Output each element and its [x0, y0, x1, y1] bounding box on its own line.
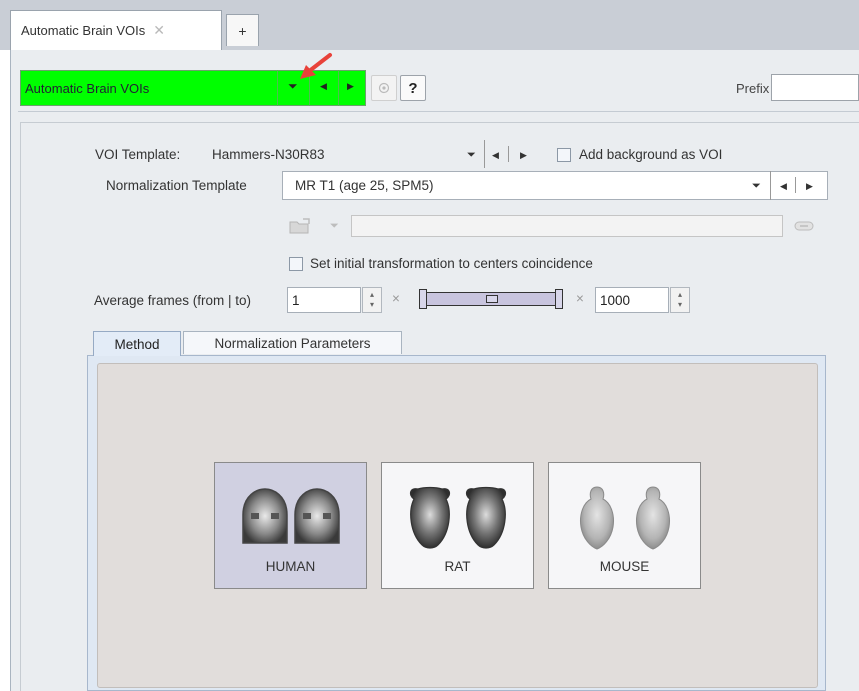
chevron-down-icon[interactable]: ⏷ — [330, 220, 339, 233]
toolbar-separator — [277, 70, 278, 106]
add-background-label: Add background as VOI — [579, 147, 723, 162]
frame-from-stepper[interactable]: ▴ ▾ — [362, 287, 382, 313]
species-button-human[interactable]: HUMAN — [214, 462, 367, 589]
frame-to-stepper[interactable]: ▴ ▾ — [670, 287, 690, 313]
toolbar-separator — [338, 70, 339, 106]
previous-icon[interactable]: ◀ — [320, 81, 327, 92]
annotation-arrow-icon — [300, 53, 332, 79]
target-icon — [378, 82, 390, 94]
previous-icon[interactable]: ◀ — [492, 150, 499, 161]
next-icon[interactable]: ▶ — [806, 181, 813, 192]
species-label: RAT — [444, 559, 471, 574]
average-frames-label: Average frames (from | to) — [94, 293, 252, 308]
chevron-down-icon[interactable]: ⏷ — [467, 149, 476, 162]
tab-automatic-brain-vois[interactable]: Automatic Brain VOIs ✕ — [10, 10, 222, 50]
tab-method[interactable]: Method — [93, 331, 181, 356]
mouse-brain-icon — [580, 486, 670, 550]
tab-label: Automatic Brain VOIs — [21, 23, 146, 38]
next-icon[interactable]: ▶ — [520, 150, 527, 161]
frame-to-input[interactable]: 1000 — [595, 287, 669, 313]
range-start-handle[interactable] — [419, 289, 427, 309]
center-coincidence-checkbox[interactable] — [289, 257, 303, 271]
separator — [484, 140, 485, 168]
tool-title: Automatic Brain VOIs — [25, 81, 150, 96]
help-button[interactable]: ? — [400, 75, 426, 101]
separator — [795, 177, 796, 193]
chevron-down-icon[interactable]: ⏷ — [752, 180, 761, 193]
tab-normalization-parameters[interactable]: Normalization Parameters — [183, 331, 402, 354]
close-icon[interactable]: ✕ — [153, 22, 165, 39]
species-label: MOUSE — [599, 559, 650, 574]
separator — [508, 146, 509, 162]
previous-icon[interactable]: ◀ — [780, 181, 787, 192]
folder-open-icon[interactable] — [289, 218, 311, 235]
voi-template-value[interactable]: Hammers-N30R83 — [212, 147, 325, 162]
add-background-checkbox[interactable] — [557, 148, 571, 162]
normalization-template-label: Normalization Template — [106, 178, 247, 193]
prefix-label: Prefix — [736, 81, 770, 96]
rat-brain-icon — [409, 486, 507, 549]
center-coincidence-label: Set initial transformation to centers co… — [310, 256, 593, 271]
range-center-handle[interactable] — [486, 295, 498, 303]
next-icon[interactable]: ▶ — [347, 81, 354, 92]
target-button[interactable] — [371, 75, 397, 101]
species-button-mouse[interactable]: MOUSE — [548, 462, 701, 589]
divider — [18, 111, 859, 112]
template-path-field[interactable] — [351, 215, 783, 237]
link-icon[interactable] — [794, 219, 814, 233]
frame-from-input[interactable]: 1 — [287, 287, 361, 313]
prefix-input[interactable] — [771, 74, 859, 101]
human-brain-icon — [242, 488, 340, 544]
normalization-template-value: MR T1 (age 25, SPM5) — [295, 178, 434, 193]
species-label: HUMAN — [265, 559, 316, 574]
separator — [770, 171, 771, 200]
clear-to-icon[interactable]: × — [576, 291, 584, 306]
clear-from-icon[interactable]: × — [392, 291, 400, 306]
species-button-rat[interactable]: RAT — [381, 462, 534, 589]
voi-template-label: VOI Template: — [95, 147, 181, 162]
range-end-handle[interactable] — [555, 289, 563, 309]
add-tab-button[interactable]: + — [226, 14, 259, 46]
